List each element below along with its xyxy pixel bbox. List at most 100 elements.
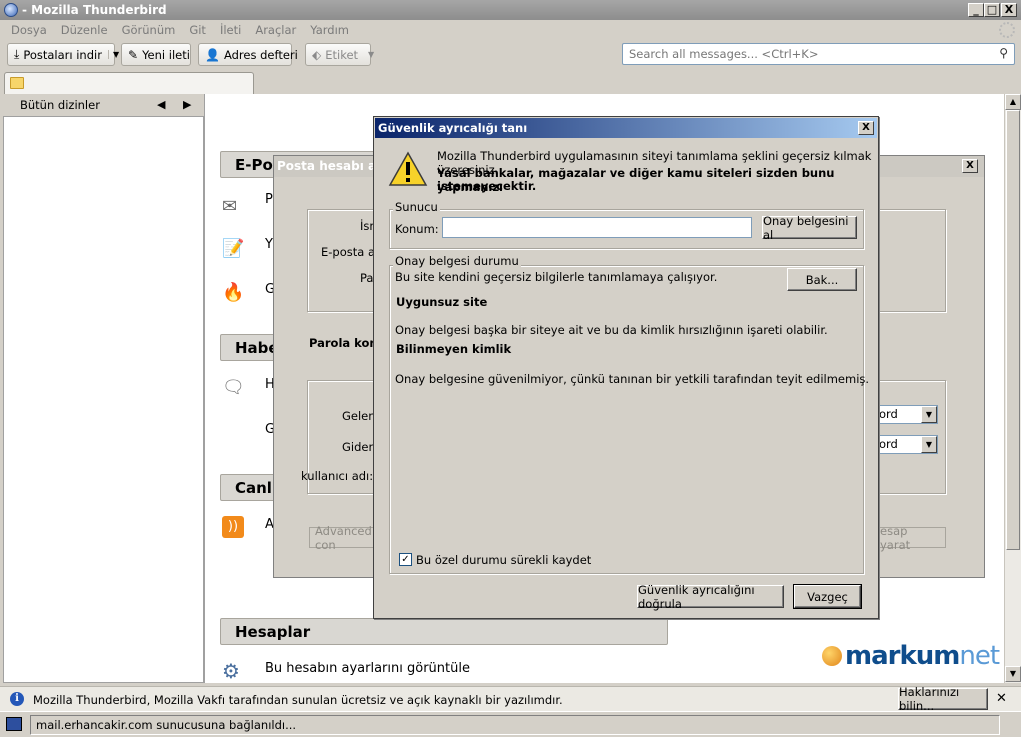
menu-edit[interactable]: Düzenle [54, 23, 115, 37]
accounts-item-settings[interactable]: Bu hesabın ayarlarını görüntüle [265, 661, 470, 676]
maximize-button[interactable]: □ [984, 3, 1000, 17]
get-mail-label: Postaları indir [23, 47, 102, 62]
security-dialog-close-button[interactable]: X [858, 121, 874, 135]
info-icon: i [10, 692, 24, 706]
notification-text: Mozilla Thunderbird, Mozilla Vakfı taraf… [33, 693, 563, 707]
scroll-down-icon[interactable]: ▼ [1005, 666, 1021, 682]
arrow-left-icon[interactable]: ◀ [157, 98, 165, 111]
confirm-exception-button[interactable]: Güvenlik ayrıcalığını doğrula [637, 583, 784, 611]
permanent-exception-label[interactable]: Bu özel durumu sürekli kaydet [416, 553, 591, 567]
folder-tree[interactable] [3, 116, 204, 683]
folder-pane-header: Bütün dizinler ◀ ▶ [0, 94, 204, 116]
menu-file[interactable]: Dosya [4, 23, 54, 37]
window-title: - Mozilla Thunderbird [22, 3, 167, 17]
warning-icon [388, 151, 428, 186]
envelope-icon: ✉ [222, 196, 238, 217]
address-book-button[interactable]: 👤 Adres defteri [198, 43, 298, 66]
person-icon: 👤 [205, 47, 220, 62]
logo-suffix-text: net [959, 641, 1000, 671]
flame-icon: 🔥 [222, 282, 245, 303]
know-your-rights-button[interactable]: Haklarınızı bilin... [898, 685, 988, 713]
tag-button[interactable]: ⬖ Etiket ▼ [305, 43, 375, 66]
gear-icon: ⚙ [222, 659, 240, 683]
outgoing-auth-select[interactable]: ord ▼ [876, 435, 938, 454]
get-certificate-button[interactable]: Onay belgesini al [762, 214, 857, 242]
get-mail-button[interactable]: ⤓ Postaları indir ▼ [7, 43, 119, 66]
arrow-right-icon[interactable]: ▶ [183, 98, 191, 111]
advanced-config-button[interactable]: Advanced con [309, 524, 379, 552]
search-placeholder: Search all messages... <Ctrl+K> [629, 47, 819, 61]
scroll-thumb[interactable] [1006, 110, 1020, 550]
warning-bold-text-2: istemeyecektir. [437, 179, 537, 193]
email-item-write[interactable]: Y [265, 237, 273, 252]
security-exception-dialog: Güvenlik ayrıcalığı tanı X Mozilla Thund… [373, 116, 879, 619]
location-label: Konum: [395, 222, 439, 236]
menu-tools[interactable]: Araçlar [248, 23, 303, 37]
tab-folder[interactable] [4, 72, 254, 94]
folder-pane-title: Bütün dizinler [20, 98, 100, 112]
section-feeds-header: Canl [220, 474, 280, 501]
logo-main-text: markum [845, 641, 960, 671]
logo-globe-icon [822, 646, 842, 666]
status-description: Bu site kendini geçersiz bilgilerle tanı… [395, 270, 718, 284]
chevron-down-icon: ▼ [368, 50, 375, 59]
close-icon[interactable]: ✕ [996, 691, 1007, 706]
certificate-status-group [389, 265, 864, 574]
password-check-label: Parola kont [309, 336, 384, 350]
compose-icon: 📝 [222, 238, 245, 259]
tag-label: Etiket [325, 47, 359, 62]
minimize-button[interactable]: _ [968, 3, 984, 17]
incoming-auth-value: ord [879, 407, 898, 421]
unknown-identity-title: Bilinmeyen kimlik [396, 342, 512, 356]
folder-icon [10, 77, 24, 89]
wrong-site-description: Onay belgesi başka bir siteye ait ve bu … [395, 323, 828, 337]
address-book-label: Adres defteri [223, 47, 298, 62]
cancel-button[interactable]: Vazgeç [793, 584, 862, 609]
location-input[interactable] [442, 217, 752, 238]
tag-icon: ⬖ [312, 47, 322, 62]
thunderbird-icon [4, 3, 18, 17]
view-certificate-button[interactable]: Bak... [787, 268, 857, 291]
menu-bar: Dosya Düzenle Görünüm Git İleti Araçlar … [0, 20, 1021, 40]
search-input[interactable]: Search all messages... <Ctrl+K> ⚲ [622, 43, 1015, 65]
close-button[interactable]: X [1001, 3, 1017, 17]
server-legend: Sunucu [393, 200, 440, 214]
chevron-down-icon[interactable]: ▼ [921, 436, 937, 453]
title-bar: - Mozilla Thunderbird _ □ X [0, 0, 1021, 20]
notification-bar: i Mozilla Thunderbird, Mozilla Vakfı tar… [0, 685, 1021, 713]
scroll-up-icon[interactable]: ▲ [1005, 94, 1021, 110]
main-scrollbar[interactable]: ▲ ▼ [1004, 94, 1021, 683]
chevron-down-icon[interactable]: ▼ [107, 50, 119, 59]
activity-throbber-icon [999, 22, 1015, 38]
unknown-identity-description: Onay belgesine güvenilmiyor, çünkü tanın… [395, 372, 870, 386]
account-setup-close-button[interactable]: X [962, 159, 978, 173]
security-dialog-title-bar: Güvenlik ayrıcalığı tanı X [375, 118, 877, 138]
chat-bubbles-icon: 🗨 [222, 377, 245, 398]
permanent-exception-checkbox[interactable]: ✓ [399, 553, 412, 566]
menu-message[interactable]: İleti [213, 23, 248, 37]
certificate-status-legend: Onay belgesi durumu [393, 254, 521, 268]
incoming-auth-select[interactable]: ord ▼ [876, 405, 938, 424]
status-text: mail.erhancakir.com sunucusuna bağlanıld… [36, 718, 297, 732]
markumnet-logo: markum net [822, 641, 1000, 671]
chevron-down-icon[interactable]: ▼ [921, 406, 937, 423]
download-icon: ⤓ [14, 47, 20, 61]
tab-strip [0, 70, 1021, 94]
network-icon [6, 717, 22, 731]
search-icon[interactable]: ⚲ [999, 46, 1008, 60]
menu-help[interactable]: Yardım [303, 23, 356, 37]
rss-icon: )) [222, 516, 244, 538]
pencil-icon: ✎ [128, 47, 139, 62]
section-news-header: Habe [220, 334, 280, 361]
username-label: kullanıcı adı: [301, 469, 374, 483]
status-bar: mail.erhancakir.com sunucusuna bağlanıld… [0, 711, 1021, 737]
email-item-read[interactable]: P [265, 192, 273, 207]
create-account-button[interactable]: esap yarat [874, 524, 946, 552]
write-label: Yeni ileti [142, 47, 190, 62]
outgoing-auth-value: ord [879, 437, 898, 451]
menu-view[interactable]: Görünüm [115, 23, 183, 37]
password-label: Pa [360, 271, 374, 285]
write-button[interactable]: ✎ Yeni ileti [121, 43, 191, 66]
menu-go[interactable]: Git [182, 23, 213, 37]
security-dialog-title: Güvenlik ayrıcalığı tanı [378, 121, 528, 135]
